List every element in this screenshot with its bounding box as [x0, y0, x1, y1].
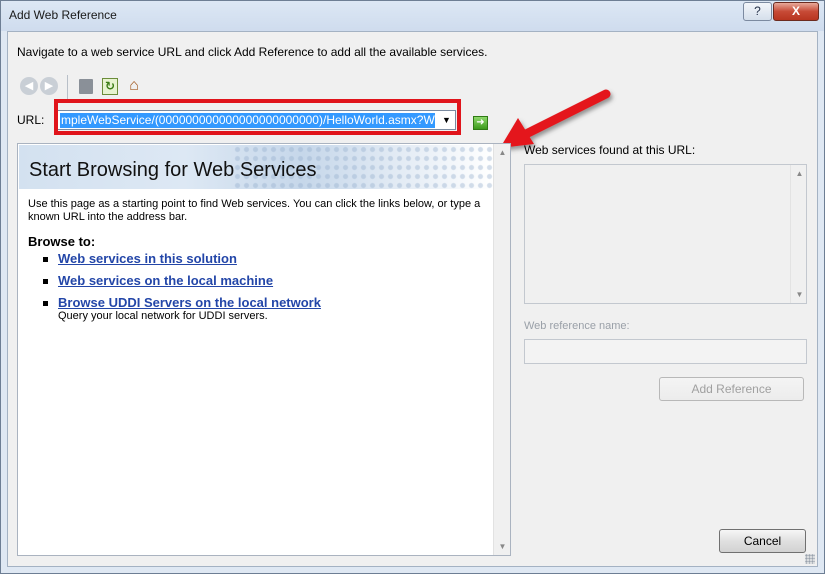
forward-arrow-icon[interactable]: ▶ [40, 77, 58, 95]
title-bar: Add Web Reference ? X [1, 1, 824, 31]
back-arrow-icon[interactable]: ◀ [20, 77, 38, 95]
link-uddi-servers[interactable]: Browse UDDI Servers on the local network [58, 295, 321, 310]
list-item: Web services in this solution [43, 251, 321, 266]
url-highlight-annotation [54, 99, 461, 135]
scroll-up-icon[interactable]: ▲ [791, 165, 808, 182]
web-browser-pane[interactable]: Start Browsing for Web Services Use this… [17, 143, 511, 556]
add-reference-button[interactable]: Add Reference [659, 377, 804, 401]
reference-name-label: Web reference name: [524, 320, 630, 332]
services-found-label: Web services found at this URL: [524, 143, 696, 157]
browse-to-heading: Browse to: [28, 234, 96, 249]
services-found-list[interactable]: ▲ ▼ [524, 164, 807, 304]
go-button[interactable]: ➜ [473, 116, 488, 130]
browse-links-list: Web services in this solution Web servic… [43, 251, 321, 329]
dialog-client-area: Navigate to a web service URL and click … [7, 31, 818, 567]
home-icon[interactable]: ⌂ [125, 77, 143, 95]
link-local-machine-services[interactable]: Web services on the local machine [58, 273, 273, 288]
stop-icon[interactable] [79, 79, 93, 94]
toolbar-separator [67, 75, 68, 99]
browser-scrollbar[interactable]: ▲ ▼ [493, 144, 510, 555]
instructions-text: Navigate to a web service URL and click … [17, 45, 488, 59]
window-title: Add Web Reference [9, 8, 117, 22]
scroll-up-icon[interactable]: ▲ [494, 144, 511, 161]
page-banner: Start Browsing for Web Services [19, 145, 493, 189]
page-title: Start Browsing for Web Services [29, 159, 317, 181]
list-item: Browse UDDI Servers on the local network… [43, 295, 321, 322]
refresh-icon[interactable]: ↻ [102, 78, 118, 95]
link-solution-services[interactable]: Web services in this solution [58, 251, 237, 266]
scroll-down-icon[interactable]: ▼ [791, 286, 808, 303]
add-web-reference-dialog: Add Web Reference ? X Navigate to a web … [0, 0, 825, 574]
list-item: Web services on the local machine [43, 273, 321, 288]
help-button[interactable]: ? [743, 2, 772, 21]
reference-name-input[interactable] [524, 339, 807, 364]
cancel-button[interactable]: Cancel [719, 529, 806, 553]
services-list-scrollbar[interactable]: ▲ ▼ [790, 165, 806, 303]
uddi-link-description: Query your local network for UDDI server… [58, 310, 268, 322]
close-button[interactable]: X [773, 2, 819, 21]
intro-text: Use this page as a starting point to fin… [28, 198, 481, 223]
resize-grip-icon[interactable] [805, 554, 815, 564]
scroll-down-icon[interactable]: ▼ [494, 538, 511, 555]
url-label: URL: [17, 113, 45, 127]
